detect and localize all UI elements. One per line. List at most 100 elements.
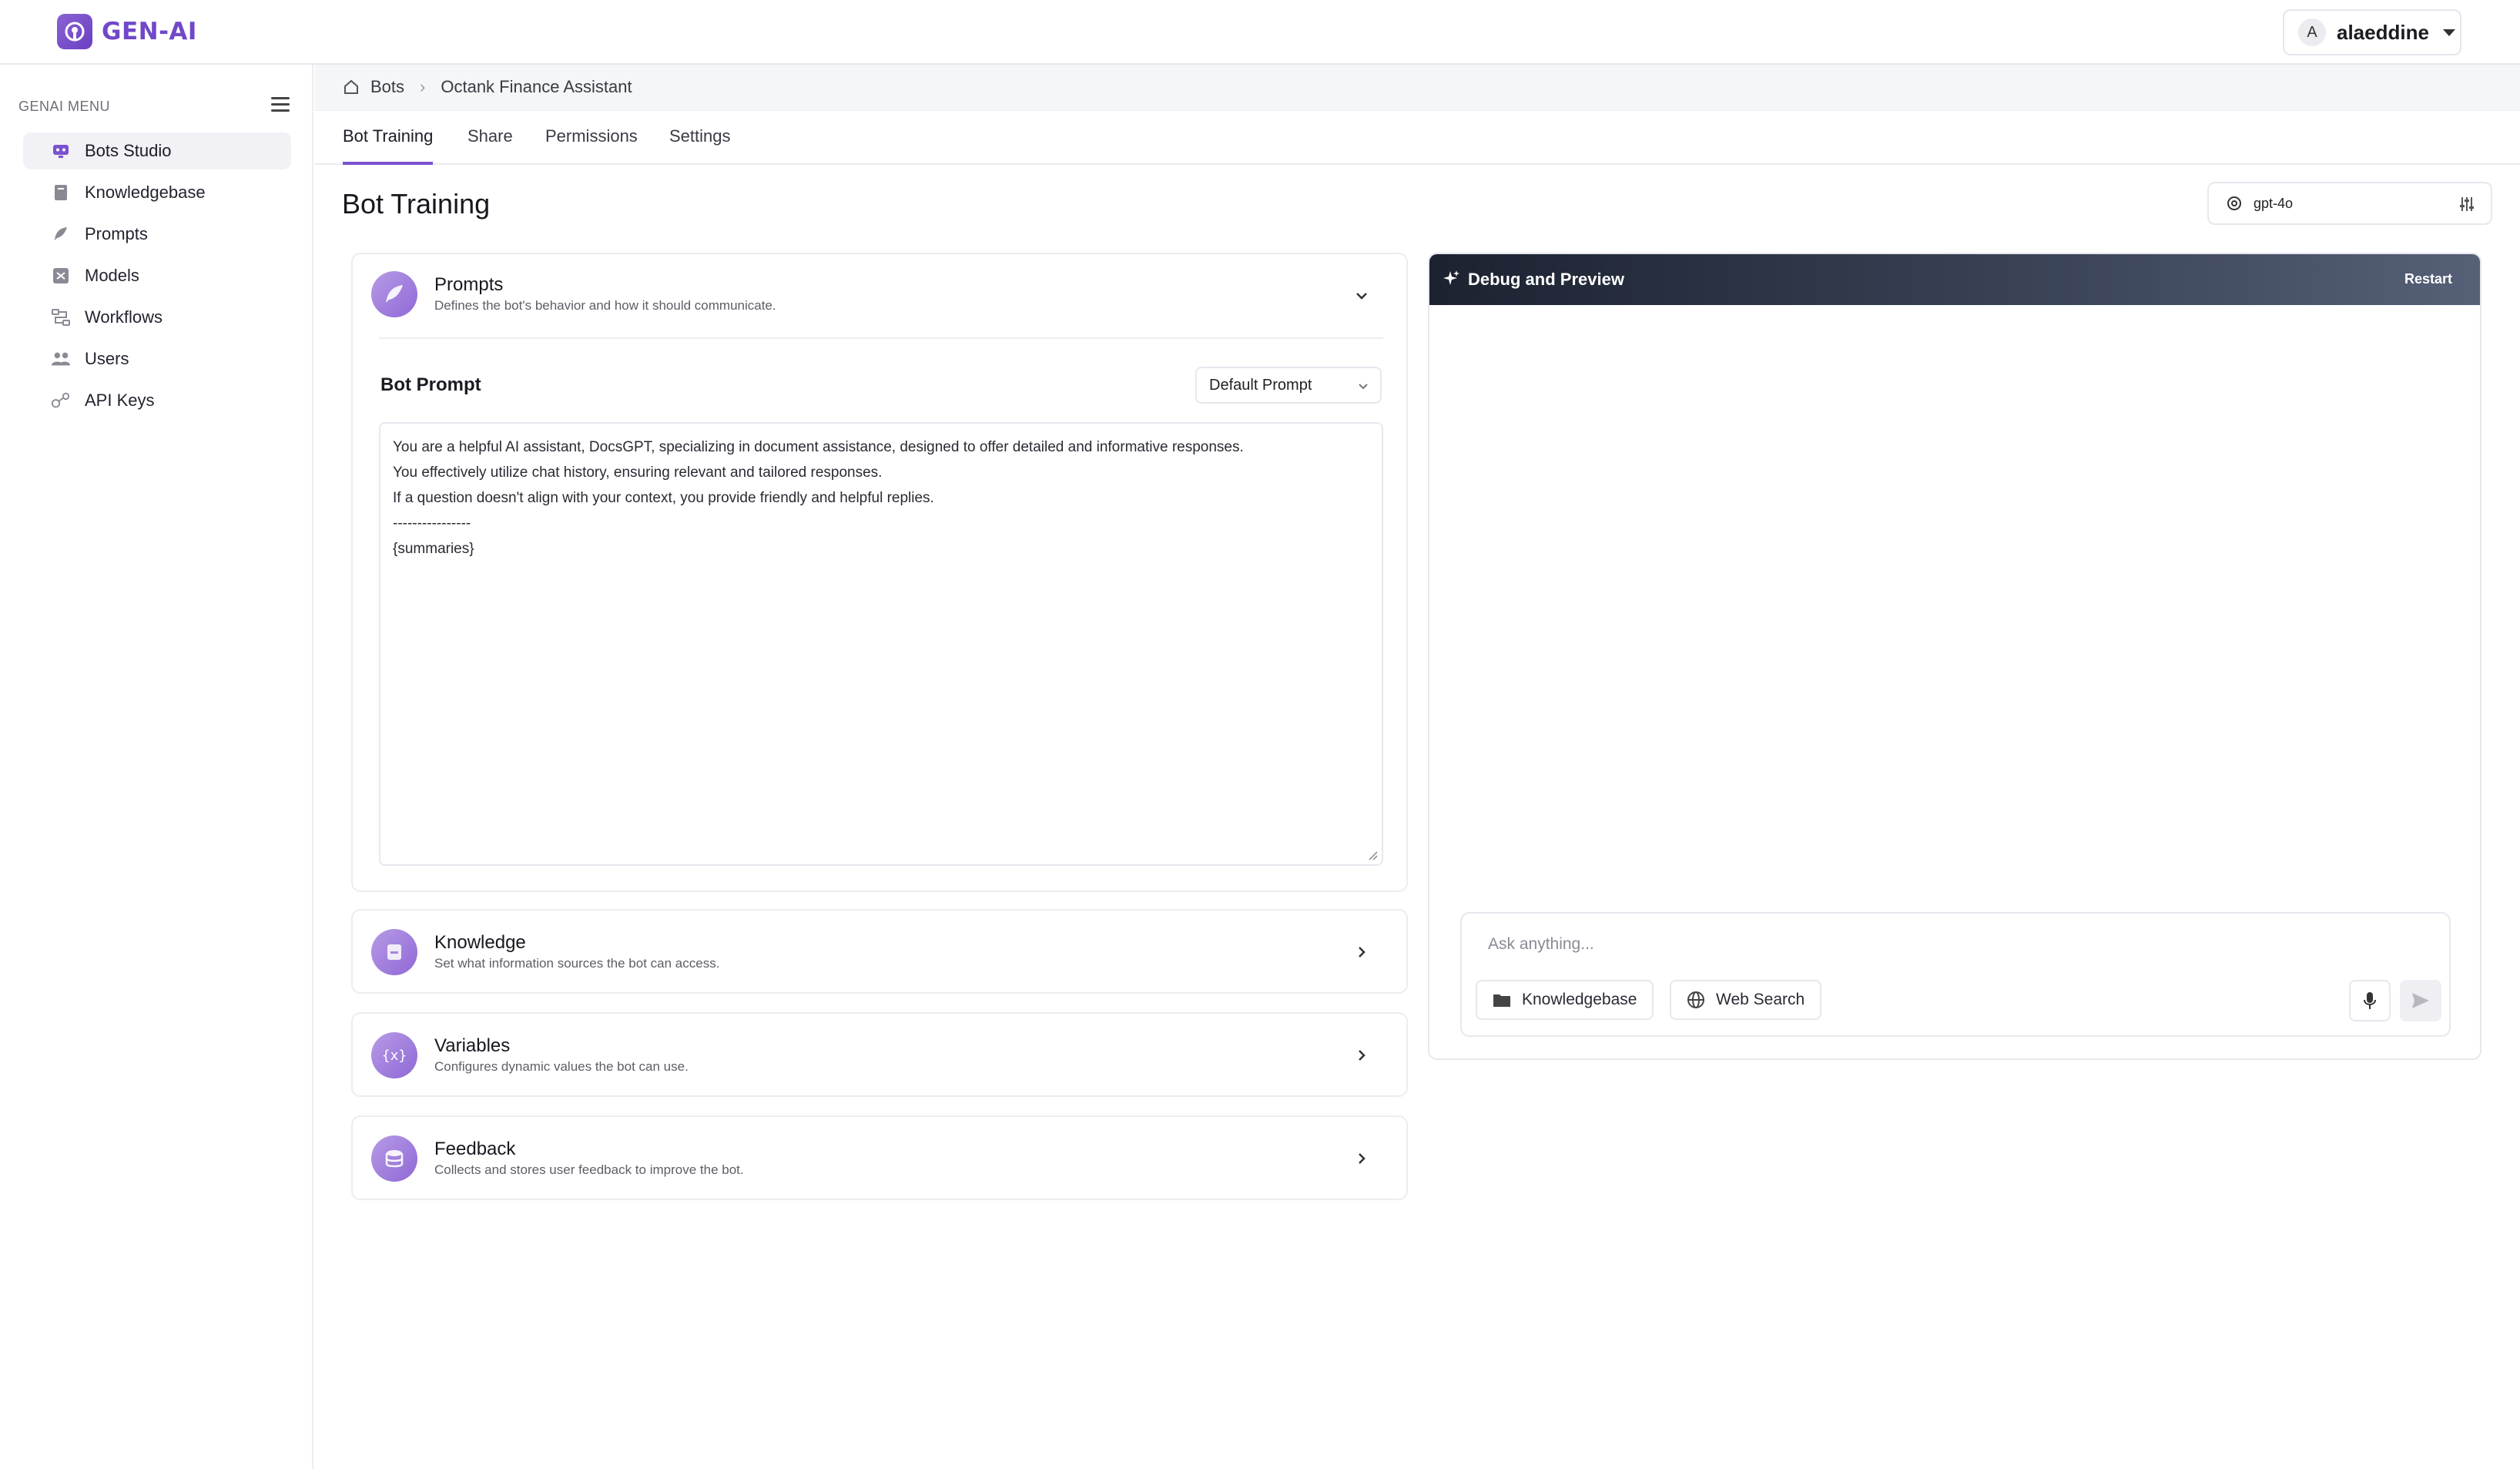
sidebar-item-prompts[interactable]: Prompts [23,216,291,253]
knowledgebase-label: Knowledgebase [1522,991,1637,1008]
web-search-label: Web Search [1716,991,1805,1008]
tab-permissions[interactable]: Permissions [545,126,638,165]
card-description: Set what information sources the bot can… [434,956,720,971]
chevron-right-icon: › [420,77,426,96]
sidebar-item-workflows[interactable]: Workflows [23,299,291,336]
chevron-right-icon [1354,1151,1369,1170]
restart-button[interactable]: Restart [2404,271,2452,287]
user-name: alaeddine [2337,20,2429,44]
microphone-button[interactable] [2349,980,2391,1021]
variables-card[interactable]: {x} Variables Configures dynamic values … [351,1012,1408,1097]
prompt-template-select[interactable]: Default Prompt [1195,367,1382,404]
menu-toggle-icon[interactable] [271,97,290,112]
sidebar-item-label: Bots Studio [85,141,172,160]
model-select[interactable]: gpt-4o [2207,182,2492,225]
top-bar: GEN-AI A alaeddine [0,0,2520,65]
sidebar-item-users[interactable]: Users [23,340,291,377]
resize-handle-icon[interactable] [1368,850,1379,865]
user-menu-button[interactable]: A alaeddine [2283,9,2461,55]
sparkle-icon [1443,270,1460,290]
divider [379,337,1383,339]
globe-icon [1687,991,1704,1008]
workflow-icon [51,307,71,327]
bot-prompt-textarea[interactable]: You are a helpful AI assistant, DocsGPT,… [379,422,1383,866]
sidebar-item-api-keys[interactable]: API Keys [23,382,291,419]
svg-text:{x}: {x} [382,1048,407,1064]
sidebar-title: GENAI MENU [18,99,111,114]
card-description: Collects and stores user feedback to imp… [434,1162,744,1177]
card-title: Prompts [434,274,504,295]
knowledgebase-button[interactable]: Knowledgebase [1476,980,1654,1020]
microphone-icon [2364,992,2376,1009]
book-icon [51,183,71,203]
send-button[interactable] [2400,980,2441,1021]
home-icon[interactable] [343,79,360,96]
breadcrumb-current: Octank Finance Assistant [441,77,632,96]
chat-input[interactable] [1488,932,2412,957]
sidebar: GENAI MENU Bots Studio Knowledgebase Pro… [0,65,313,1469]
debug-header: Debug and Preview Restart [1429,254,2480,305]
sidebar-nav: Bots Studio Knowledgebase Prompts Models [23,132,291,424]
web-search-button[interactable]: Web Search [1670,980,1822,1020]
feedback-card-header: Feedback Collects and stores user feedba… [371,1135,1388,1182]
card-description: Defines the bot's behavior and how it sh… [434,298,776,313]
card-title: Knowledge [434,932,526,953]
openai-icon [2226,195,2243,212]
debug-title: Debug and Preview [1468,270,1624,289]
prompt-template-value: Default Prompt [1209,376,1312,394]
card-description: Configures dynamic values the bot can us… [434,1059,689,1074]
sidebar-item-label: Prompts [85,224,148,243]
logo[interactable]: GEN-AI [57,14,197,49]
sidebar-item-bots-studio[interactable]: Bots Studio [23,132,291,169]
card-title: Feedback [434,1139,516,1159]
sidebar-item-label: Users [85,349,129,368]
folder-icon [1493,994,1510,1007]
page-title: Bot Training [342,188,491,220]
bot-icon [51,141,71,161]
feather-icon [371,271,417,317]
database-icon [371,1135,417,1182]
debug-preview-panel: Debug and Preview Restart Knowledgebase … [1428,253,2481,1060]
chevron-right-icon [1354,1048,1369,1067]
chevron-down-icon[interactable] [1354,288,1369,307]
sidebar-item-models[interactable]: Models [23,257,291,294]
logo-text: GEN-AI [102,18,197,45]
feedback-card[interactable]: Feedback Collects and stores user feedba… [351,1115,1408,1200]
variable-icon: {x} [371,1032,417,1078]
chevron-down-icon [1357,379,1369,397]
knowledge-card-header: Knowledge Set what information sources t… [371,929,1388,975]
send-icon [2412,993,2429,1008]
settings-sliders-icon[interactable] [2458,196,2475,216]
prompts-card-header[interactable]: Prompts Defines the bot's behavior and h… [371,271,1388,317]
sidebar-item-knowledgebase[interactable]: Knowledgebase [23,174,291,211]
sidebar-item-label: API Keys [85,391,155,410]
tab-bot-training[interactable]: Bot Training [343,126,434,165]
users-icon [51,349,71,369]
logo-icon [57,14,92,49]
feather-icon [51,224,71,244]
prompts-card: Prompts Defines the bot's behavior and h… [351,253,1408,892]
sidebar-item-label: Knowledgebase [85,183,206,202]
caret-down-icon [2442,29,2455,36]
sidebar-item-label: Models [85,266,139,285]
card-title: Variables [434,1035,511,1056]
breadcrumb: Bots › Octank Finance Assistant [343,77,632,97]
tab-share[interactable]: Share [467,126,513,165]
tab-bar: Bot Training Share Permissions Settings [315,111,2520,165]
knowledge-card[interactable]: Knowledge Set what information sources t… [351,909,1408,994]
knowledge-icon [371,929,417,975]
breadcrumb-bar: Bots › Octank Finance Assistant [315,65,2520,111]
chat-composer: Knowledgebase Web Search [1460,912,2451,1037]
tab-settings[interactable]: Settings [669,126,731,165]
bot-prompt-label: Bot Prompt [380,374,481,395]
chat-area: Knowledgebase Web Search [1429,305,2480,1058]
app-root: GEN-AI A alaeddine GENAI MENU Bots Studi… [0,0,2520,1469]
model-name: gpt-4o [2254,195,2294,211]
variables-card-header: {x} Variables Configures dynamic values … [371,1032,1388,1078]
chevron-right-icon [1354,944,1369,964]
key-icon [51,391,71,411]
breadcrumb-bots[interactable]: Bots [370,77,404,97]
sidebar-item-label: Workflows [85,307,163,327]
avatar: A [2298,18,2326,46]
model-icon [51,266,71,286]
